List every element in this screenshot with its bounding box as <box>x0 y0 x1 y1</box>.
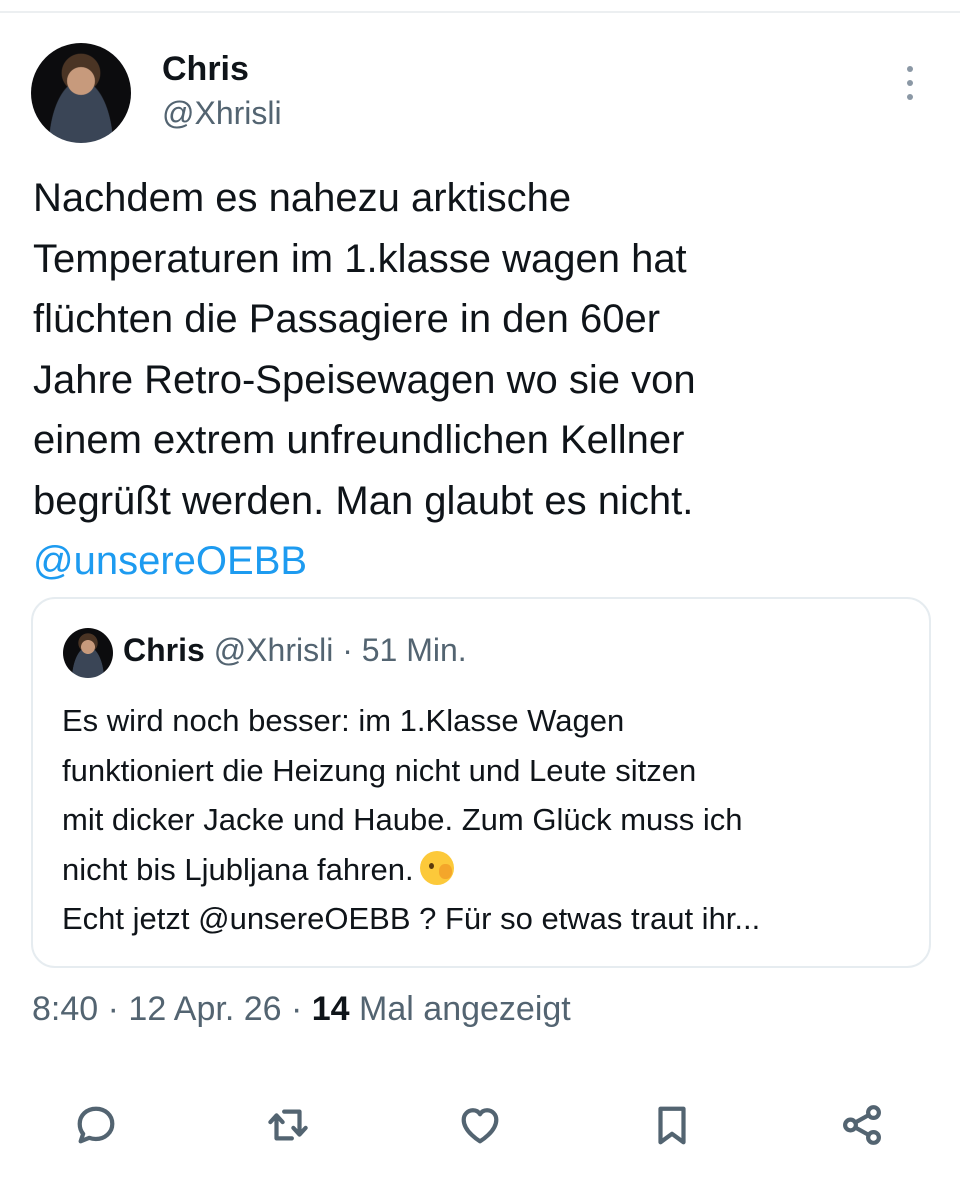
quote-line: Echt jetzt @unsereOEBB ? Für so etwas tr… <box>62 901 761 936</box>
tweet-date[interactable]: 12 Apr. 26 <box>128 990 281 1028</box>
tweet-line: Jahre Retro-Speisewagen wo sie von <box>33 357 696 402</box>
quote-line: mit dicker Jacke und Haube. Zum Glück mu… <box>62 802 743 837</box>
separator: · <box>98 990 129 1028</box>
views-label-space <box>350 990 359 1028</box>
quote-line: funktioniert die Heizung nicht und Leute… <box>62 752 697 788</box>
tweet-line: Temperaturen im 1.klasse wagen hat <box>33 236 687 281</box>
views-label: Mal angezeigt <box>359 990 571 1028</box>
top-divider <box>0 11 960 13</box>
quote-line: nicht bis Ljubljana fahren. <box>62 845 922 895</box>
share-button[interactable] <box>835 1098 889 1152</box>
tweet-text: Nachdem es nahezu arktische Temperaturen… <box>33 168 933 592</box>
separator: · <box>281 990 312 1028</box>
quote-author-handle: @Xhrisli <box>213 632 334 668</box>
tweet-timestamp: 8:40 · 12 Apr. 26 · 14 Mal angezeigt <box>32 990 571 1029</box>
quote-time: · 51 Min. <box>333 632 467 668</box>
avatar[interactable] <box>31 43 131 143</box>
like-button[interactable] <box>453 1098 507 1152</box>
tweet-line: begrüßt werden. Man glaubt es nicht. <box>33 478 694 523</box>
more-options-icon[interactable] <box>896 62 924 104</box>
quoted-tweet-card[interactable]: Chris @Xhrisli · 51 Min. Es wird noch be… <box>31 597 931 968</box>
retweet-button[interactable] <box>261 1098 315 1152</box>
author-handle[interactable]: @Xhrisli <box>162 95 282 132</box>
share-icon <box>843 1105 881 1145</box>
quote-author-name: Chris <box>123 632 205 668</box>
action-bar <box>0 1098 960 1152</box>
quote-header: Chris @Xhrisli · 51 Min. <box>123 632 467 669</box>
quote-line: Es wird noch besser: im 1.Klasse Wagen <box>62 703 625 738</box>
bookmark-button[interactable] <box>645 1098 699 1152</box>
quote-avatar <box>63 628 113 678</box>
retweet-icon <box>268 1109 308 1141</box>
mention-link[interactable]: @unsereOEBB <box>33 531 933 592</box>
tweet-line: flüchten die Passagiere in den 60er <box>33 297 661 341</box>
quote-line-text: nicht bis Ljubljana fahren. <box>62 851 414 887</box>
face-with-peeking-eye-icon <box>419 850 454 885</box>
tweet-line: einem extrem unfreundlichen Kellner <box>33 418 685 462</box>
like-icon <box>461 1108 499 1144</box>
tweet-line: Nachdem es nahezu arktische <box>33 176 572 220</box>
views-count: 14 <box>311 990 350 1028</box>
reply-icon <box>77 1106 115 1144</box>
tweet-time[interactable]: 8:40 <box>32 990 98 1028</box>
bookmark-icon <box>658 1106 686 1145</box>
author-name[interactable]: Chris <box>162 50 249 89</box>
reply-button[interactable] <box>69 1098 123 1152</box>
quote-text: Es wird noch besser: im 1.Klasse Wagen f… <box>62 696 922 944</box>
